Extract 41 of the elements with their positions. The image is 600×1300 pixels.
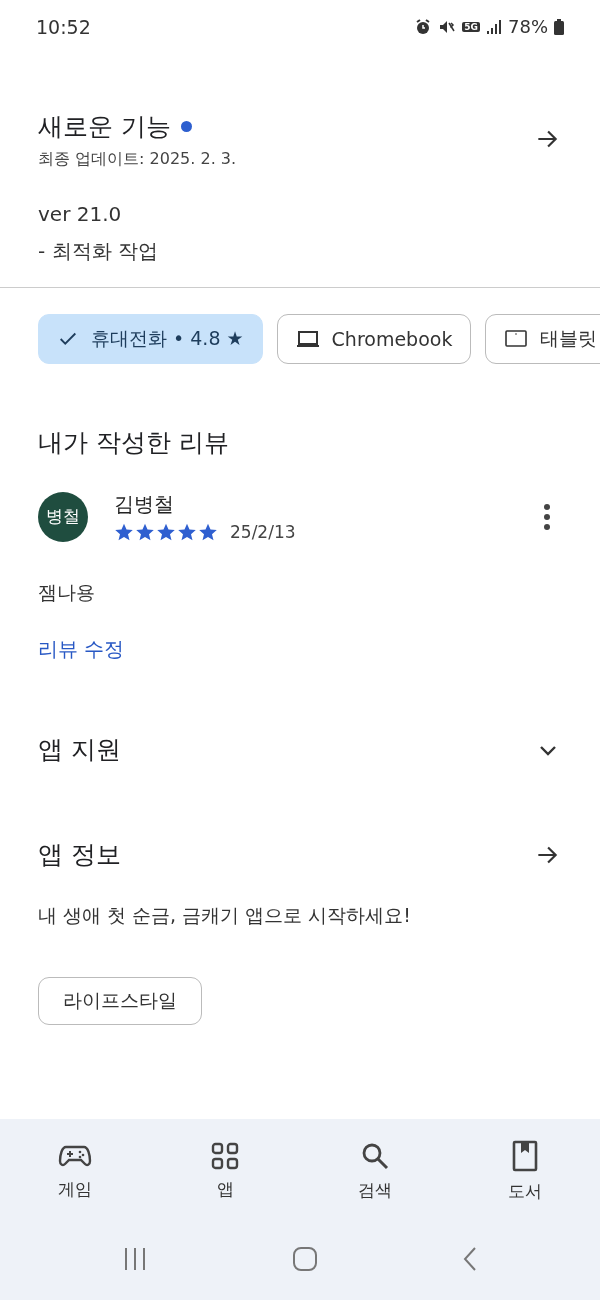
more-icon[interactable] (542, 502, 552, 531)
tablet-icon (504, 328, 529, 350)
star-icon (156, 522, 176, 542)
star-icon (198, 522, 218, 542)
category-chip[interactable]: 라이프스타일 (38, 977, 202, 1025)
signal-icon (486, 18, 502, 35)
release-notes: - 최적화 작업 (38, 238, 159, 265)
device-chip[interactable]: 휴대전화 • 4.8 ★ (38, 314, 263, 364)
device-chip[interactable]: Chromebook (276, 314, 472, 364)
nav-tab[interactable]: 검색 (325, 1140, 425, 1203)
review-date: 25/2/13 (230, 522, 296, 542)
app-description: 내 생애 첫 순금, 금캐기 앱으로 시작하세요! (37, 903, 412, 928)
avatar: 병철 (38, 491, 88, 542)
home-icon[interactable] (292, 1246, 318, 1272)
status-time: 10:52 (36, 16, 91, 38)
review-text: 잼나용 (37, 580, 96, 605)
search-icon (360, 1141, 390, 1171)
section-title: 앱 정보 (38, 839, 121, 871)
back-icon[interactable] (462, 1246, 478, 1272)
battery-percent: 78% (508, 16, 548, 37)
device-chip[interactable]: 태블릿 (485, 314, 600, 364)
section-title: 새로운 기능 (38, 111, 171, 143)
star-icon (177, 522, 197, 542)
star-icon (135, 522, 155, 542)
book-icon (512, 1140, 538, 1172)
laptop-icon (295, 328, 320, 350)
star-icon (114, 522, 134, 542)
nav-tab[interactable]: 도서 (475, 1139, 575, 1204)
reviewer-name: 김병철 (114, 492, 174, 516)
nav-tab[interactable]: 게임 (25, 1141, 125, 1202)
recents-icon[interactable] (122, 1247, 148, 1271)
nav-tab[interactable]: 앱 (175, 1141, 275, 1202)
battery-icon (554, 18, 564, 35)
new-dot (180, 121, 192, 132)
section-title: 앱 지원 (38, 734, 121, 766)
section-title: 내가 작성한 리뷰 (37, 427, 230, 459)
updated-date: 최종 업데이트: 2025. 2. 3. (38, 149, 237, 170)
version-text: ver 21.0 (38, 202, 123, 226)
edit-review-link[interactable]: 리뷰 수정 (0, 636, 163, 663)
grid-icon (211, 1142, 239, 1170)
network-badge: 5G (462, 21, 480, 32)
